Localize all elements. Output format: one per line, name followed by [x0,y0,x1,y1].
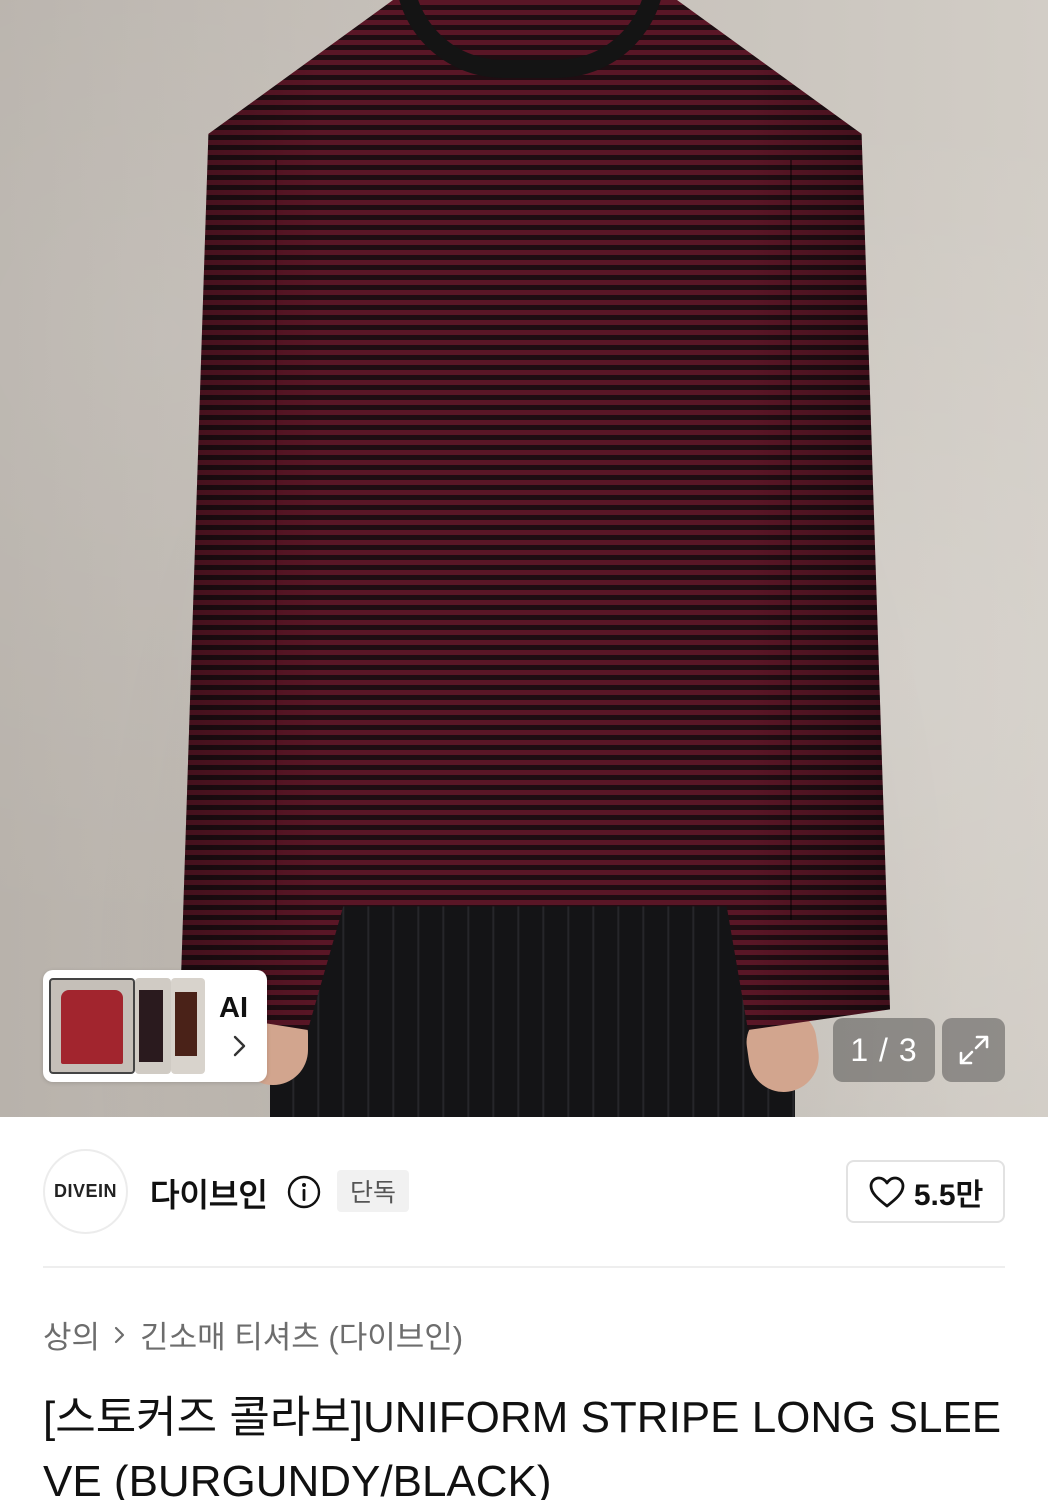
breadcrumb-category[interactable]: 상의 [43,1312,100,1357]
expand-icon [959,1035,988,1065]
shirt-shading [180,0,890,1030]
chevron-right-icon [114,1326,125,1343]
pants [270,900,795,1117]
image-counter: 1 / 3 [833,1018,935,1082]
thumbnail-2 [135,978,171,1074]
expand-button[interactable] [942,1018,1005,1082]
sleeve-seam-left [275,160,277,920]
like-count: 5.5만 [913,1178,984,1212]
thumbnail-3 [171,978,205,1074]
heart-icon [869,1176,905,1207]
info-icon[interactable] [286,1174,322,1210]
breadcrumb-subcategory[interactable]: 긴소매 티셔츠 (다이브인) [140,1312,463,1357]
thumbnail-1 [49,978,135,1074]
breadcrumb: 상의 긴소매 티셔츠 (다이브인) [43,1312,463,1357]
product-title: [스토커즈 콜라보]UNIFORM STRIPE LONG SLEEVE (BU… [43,1393,1002,1500]
brand-name[interactable]: 다이브인 [150,1170,268,1216]
product-image[interactable] [0,0,1048,1117]
exclusive-badge: 단독 [337,1170,409,1212]
like-button[interactable]: 5.5만 [846,1160,1005,1223]
chevron-right-icon [233,1035,246,1057]
sleeve-seam-right [790,160,792,920]
brand-logo[interactable]: DIVEIN [43,1149,128,1234]
ai-label: AI [219,992,248,1024]
ai-recommendation-card[interactable]: AI [43,970,267,1082]
divider [43,1266,1005,1268]
